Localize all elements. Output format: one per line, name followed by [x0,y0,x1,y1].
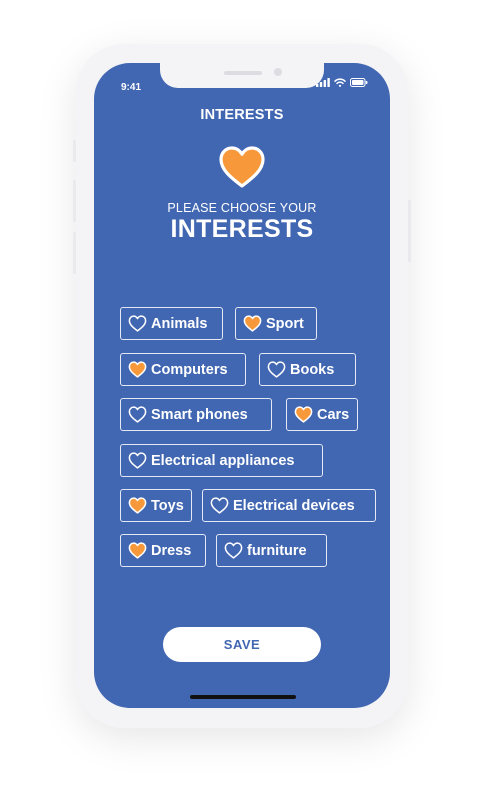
interest-chip[interactable]: Computers [120,353,246,386]
battery-icon [350,78,368,87]
hero-title: INTERESTS [170,215,314,243]
interest-chip[interactable]: Toys [120,489,192,522]
status-time: 9:41 [121,82,142,93]
save-button[interactable]: SAVE [163,627,321,662]
header-title: INTERESTS [200,107,284,123]
heart-icon [219,146,265,188]
interest-chip[interactable]: Electrical devices [202,489,376,522]
interest-chip[interactable]: Sport [235,307,317,340]
heart-outline-icon [128,315,147,332]
phone-notch [160,63,324,88]
interest-chip-label: furniture [247,542,307,559]
heart-outline-icon [128,452,147,469]
phone-volume-down-button [73,232,76,274]
heart-outline-icon [128,406,147,423]
interest-chip-label: Sport [266,315,304,332]
heart-filled-icon [128,497,147,514]
status-icons [316,78,368,87]
home-indicator [190,695,296,699]
interest-chip-label: Electrical appliances [151,452,295,469]
heart-outline-icon [267,361,286,378]
interest-chip-label: Cars [317,406,350,423]
interest-chip[interactable]: Smart phones [120,398,272,431]
phone-volume-up-button [73,180,76,222]
heart-filled-icon [243,315,262,332]
app-screen: 9:41 INTERESTS PLEASE CHOOSE YOUR INTERE… [94,63,390,708]
interest-chip-label: Books [290,361,335,378]
interest-chip[interactable]: Cars [286,398,358,431]
interest-chip[interactable]: Electrical appliances [120,444,323,477]
heart-filled-icon [128,542,147,559]
interest-chip[interactable]: Dress [120,534,206,567]
signal-icon [316,78,330,87]
interest-chip[interactable]: Books [259,353,356,386]
interest-chip[interactable]: furniture [216,534,327,567]
interest-chip[interactable]: Animals [120,307,223,340]
phone-camera [274,68,282,76]
heart-filled-icon [128,361,147,378]
interest-chip-label: Electrical devices [233,497,355,514]
interest-chip-label: Toys [151,497,184,514]
interest-chip-label: Animals [151,315,208,332]
heart-outline-icon [210,497,229,514]
phone-power-button [408,200,411,262]
interest-chip-label: Dress [151,542,192,559]
wifi-icon [334,78,346,87]
phone-speaker [224,71,262,75]
heart-outline-icon [224,542,243,559]
phone-side-button [73,140,76,162]
interest-chip-label: Computers [151,361,228,378]
hero-subtitle: PLEASE CHOOSE YOUR [167,201,317,215]
interest-chip-label: Smart phones [151,406,248,423]
heart-filled-icon [294,406,313,423]
